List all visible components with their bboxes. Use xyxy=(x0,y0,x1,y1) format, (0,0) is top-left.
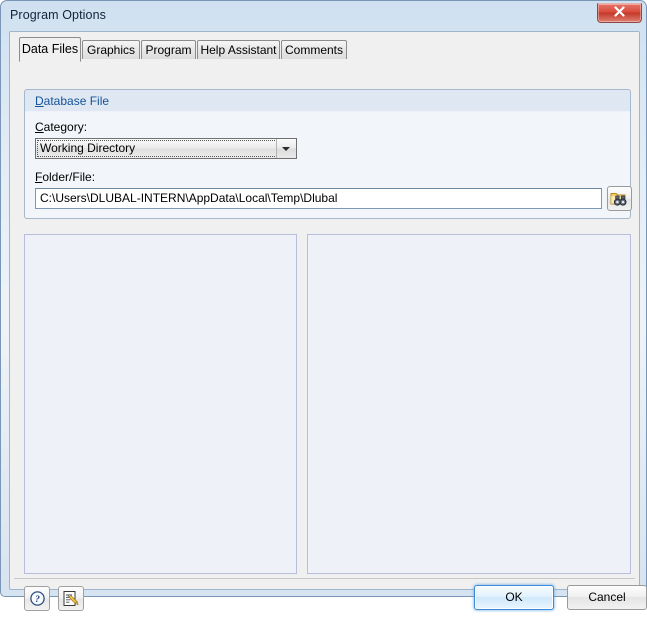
tab-graphics[interactable]: Graphics xyxy=(82,40,140,60)
database-list-left[interactable] xyxy=(24,234,297,574)
dialog-client-area: Data Files Graphics Program Help Assista… xyxy=(9,31,647,611)
tab-strip: Data Files Graphics Program Help Assista… xyxy=(14,37,635,62)
database-list-right[interactable] xyxy=(307,234,631,574)
combobox-dropdown-button[interactable] xyxy=(276,139,296,158)
tab-help-assistant[interactable]: Help Assistant xyxy=(197,40,280,60)
folder-file-label: Folder/File: xyxy=(35,170,95,184)
help-button[interactable]: ? xyxy=(24,586,50,611)
database-file-group: Database File Category: Working Director… xyxy=(24,89,632,219)
category-label-rest: ategory: xyxy=(43,120,88,134)
close-button[interactable] xyxy=(597,3,642,23)
close-icon xyxy=(598,4,641,22)
title-bar[interactable]: Program Options xyxy=(1,1,647,31)
browse-folder-button[interactable] xyxy=(607,186,632,211)
program-options-dialog: Program Options Data Files Graphics Prog… xyxy=(0,0,647,611)
cancel-button[interactable]: Cancel xyxy=(567,585,647,610)
dialog-footer: ? OK Cancel xyxy=(14,579,647,619)
tab-comments[interactable]: Comments xyxy=(281,40,347,60)
folder-file-input[interactable]: C:\Users\DLUBAL-INTERN\AppData\Local\Tem… xyxy=(35,188,602,209)
database-file-group-caption: Database File xyxy=(35,94,109,108)
tab-page-data-files: Database File Category: Working Director… xyxy=(14,59,635,577)
tab-program[interactable]: Program xyxy=(141,40,196,60)
category-label: Category: xyxy=(35,120,87,134)
category-label-accel: C xyxy=(35,120,44,134)
chevron-down-icon xyxy=(282,147,290,151)
category-combobox-value: Working Directory xyxy=(40,141,136,155)
category-combobox[interactable]: Working Directory xyxy=(35,138,297,159)
group-caption-rest: atabase File xyxy=(43,94,110,108)
window-title: Program Options xyxy=(10,8,106,22)
ok-button[interactable]: OK xyxy=(474,585,554,610)
group-caption-accel: D xyxy=(35,94,44,108)
folder-label-rest: older/File: xyxy=(42,170,96,184)
notes-edit-icon xyxy=(59,587,83,610)
help-question-icon: ? xyxy=(25,587,49,610)
tab-data-files[interactable]: Data Files xyxy=(19,37,81,62)
notes-edit-button[interactable] xyxy=(58,586,84,611)
folder-search-icon xyxy=(608,187,631,210)
